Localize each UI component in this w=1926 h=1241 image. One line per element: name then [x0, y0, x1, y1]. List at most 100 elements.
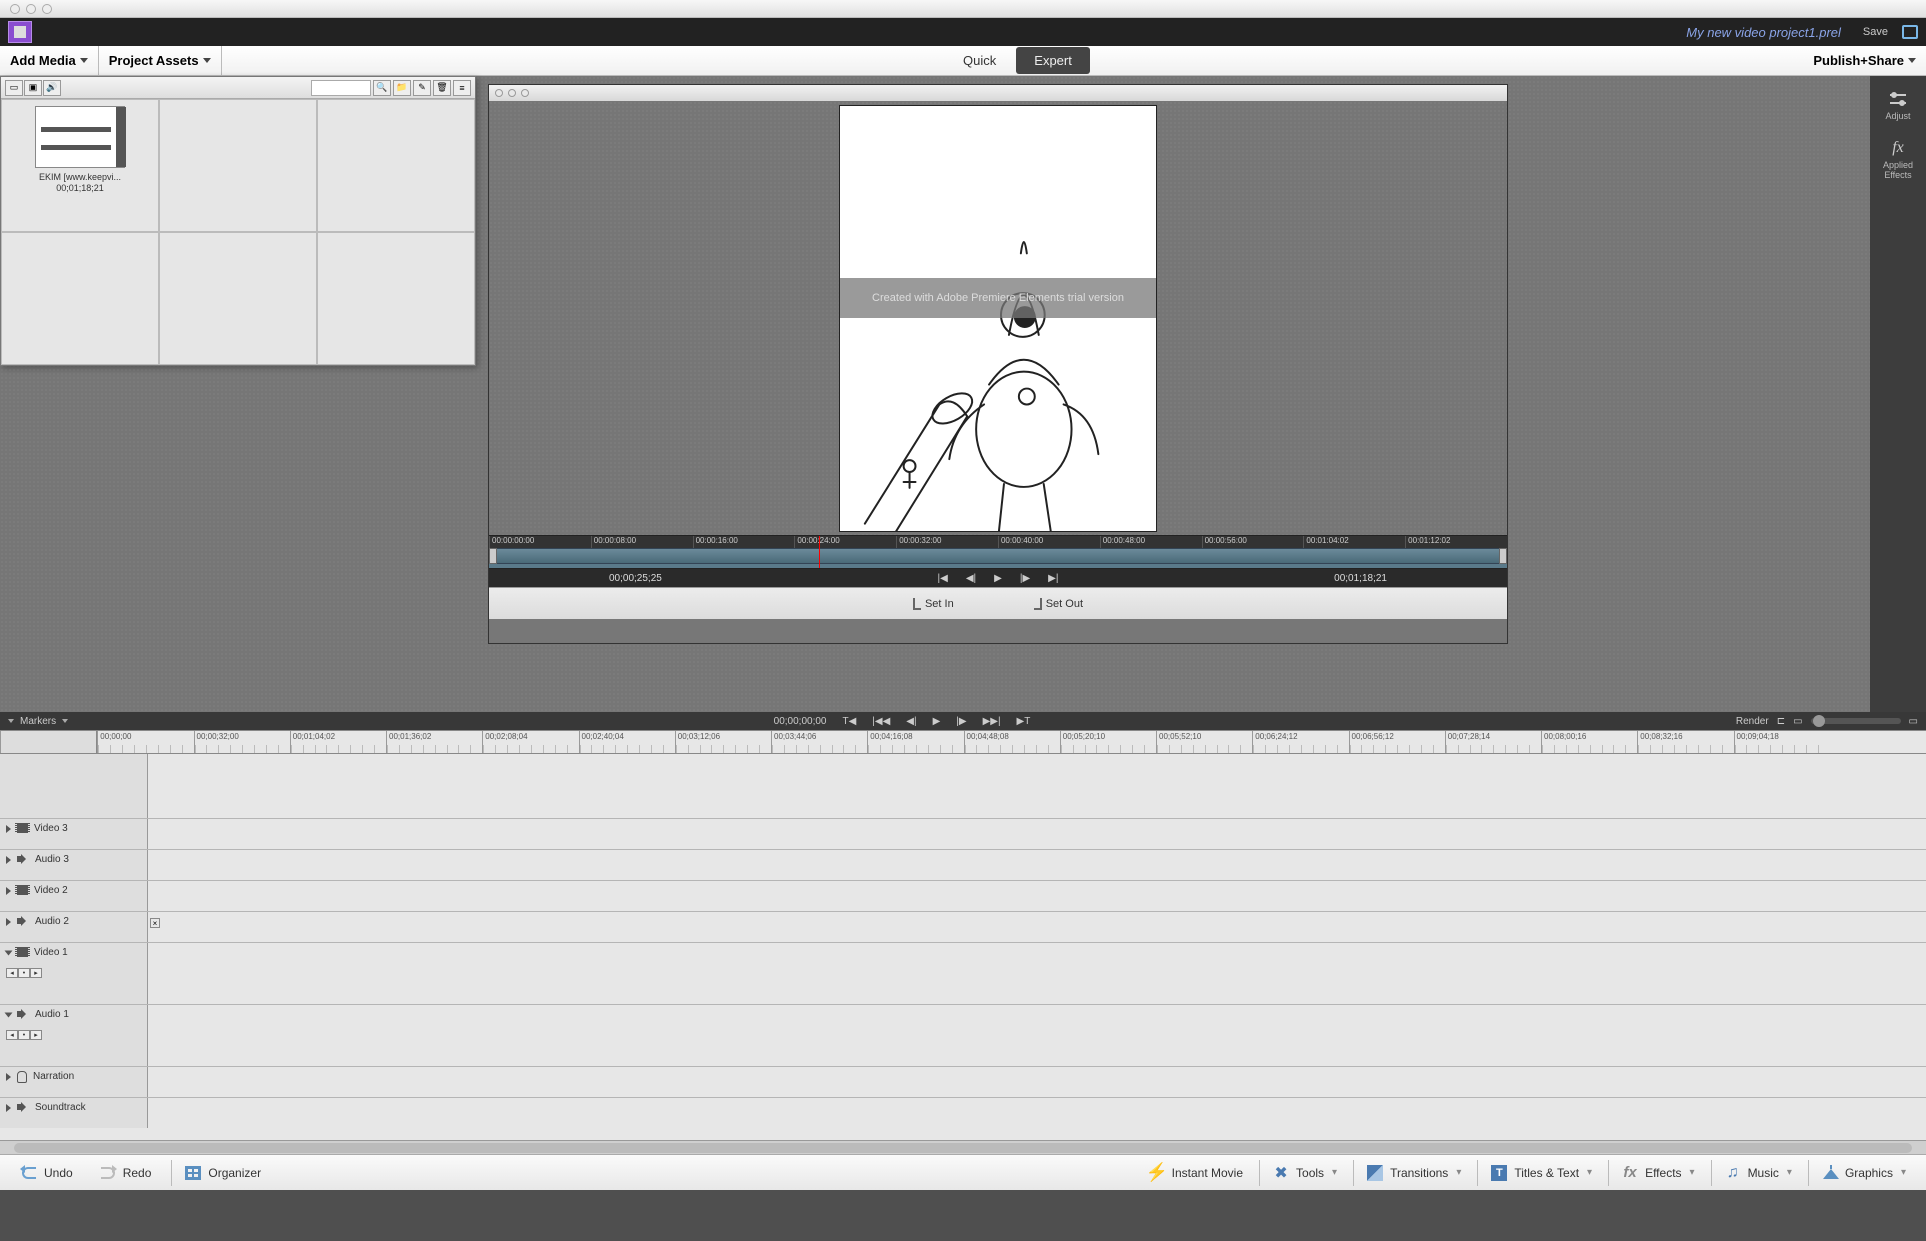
expand-icon[interactable] — [6, 887, 11, 895]
project-assets-dropdown[interactable]: Project Assets — [99, 46, 222, 75]
redo-button[interactable]: Redo — [93, 1160, 158, 1186]
source-current-timecode: 00;00;25;25 — [609, 573, 662, 584]
goto-next-edit-button[interactable]: ▶T — [1017, 716, 1031, 727]
filter-video-icon[interactable]: ▭ — [5, 80, 23, 96]
mini-handle-left[interactable] — [489, 548, 497, 564]
monitor-min-dot[interactable] — [508, 89, 516, 97]
filter-audio-icon[interactable]: 🔊 — [43, 80, 61, 96]
track-soundtrack[interactable]: Soundtrack — [0, 1097, 1926, 1128]
close-clip-icon[interactable]: × — [150, 918, 160, 928]
applied-effects-tool[interactable]: fx Applied Effects — [1883, 139, 1913, 180]
new-item-icon[interactable]: ✎ — [413, 80, 431, 96]
goto-start-button[interactable]: |◀ — [938, 573, 948, 584]
timeline-timecode[interactable]: 00;00;00;00 — [774, 716, 827, 727]
undo-button[interactable]: Undo — [14, 1160, 79, 1186]
goto-end-button[interactable]: ▶| — [1048, 573, 1058, 584]
organizer-button[interactable]: Organizer — [171, 1160, 267, 1186]
track-audio1[interactable]: Audio 1 ◂•▸ — [0, 1004, 1926, 1066]
zoom-fit-button[interactable]: ▭ — [1793, 716, 1802, 727]
step-fwd-button[interactable]: |▶ — [1020, 573, 1030, 584]
expand-icon[interactable] — [6, 856, 11, 864]
bottom-action-bar: Undo Redo Organizer ⚡ Instant Movie ✖ To… — [0, 1154, 1926, 1190]
tab-quick[interactable]: Quick — [945, 47, 1014, 74]
set-out-button[interactable]: Set Out — [1034, 598, 1083, 610]
adjust-tool[interactable]: Adjust — [1885, 90, 1910, 121]
mini-handle-right[interactable] — [1499, 548, 1507, 564]
timeline-ruler[interactable]: 00;00;0000;00;32;0000;01;04;0200;01;36;0… — [0, 730, 1926, 754]
graphics-dropdown[interactable]: Graphics ▾ — [1808, 1160, 1912, 1186]
track-narration[interactable]: Narration — [0, 1066, 1926, 1097]
play-button[interactable]: ▶ — [994, 573, 1002, 584]
publish-share-dropdown[interactable]: Publish+Share — [1813, 53, 1916, 68]
set-in-button[interactable]: Set In — [913, 598, 954, 610]
undo-icon — [22, 1167, 36, 1179]
expand-icon[interactable] — [6, 1104, 11, 1112]
min-dot[interactable] — [26, 4, 36, 14]
transitions-dropdown[interactable]: Transitions ▾ — [1353, 1160, 1467, 1186]
render-button[interactable]: Render — [1736, 716, 1769, 727]
track-video3[interactable]: Video 3 — [0, 818, 1926, 849]
snap-toggle[interactable]: ⊏ — [1777, 716, 1785, 727]
delete-icon[interactable]: 🗑 — [433, 80, 451, 96]
titles-dropdown[interactable]: T Titles & Text ▾ — [1477, 1160, 1598, 1186]
instant-movie-button[interactable]: ⚡ Instant Movie — [1142, 1160, 1249, 1186]
save-button[interactable]: Save — [1863, 26, 1888, 38]
mini-work-area[interactable] — [493, 548, 1503, 564]
zoom-in-button[interactable]: ▭ — [1909, 716, 1918, 727]
fullscreen-icon[interactable] — [1902, 25, 1918, 39]
app-logo[interactable] — [8, 21, 32, 43]
ruler-tick: 00;01;04;02 — [290, 731, 386, 753]
new-folder-icon[interactable]: 📁 — [393, 80, 411, 96]
goto-prev-edit-button[interactable]: T◀ — [842, 716, 856, 727]
expand-icon[interactable] — [6, 918, 11, 926]
play-button[interactable]: ▶ — [933, 716, 941, 727]
goto-start-button[interactable]: |◀◀ — [872, 716, 890, 727]
zoom-slider[interactable] — [1811, 718, 1901, 724]
monitor-max-dot[interactable] — [521, 89, 529, 97]
caret-down-icon[interactable] — [8, 719, 14, 723]
assets-search-input[interactable] — [311, 80, 371, 96]
titles-icon: T — [1491, 1165, 1507, 1181]
audio-track-icon — [17, 916, 29, 926]
titles-label: Titles & Text — [1514, 1166, 1579, 1180]
track-audio2[interactable]: Audio 2 × — [0, 911, 1926, 942]
list-view-icon[interactable]: ≡ — [453, 80, 471, 96]
step-fwd-button[interactable]: |▶ — [956, 716, 966, 727]
track-audio3[interactable]: Audio 3 — [0, 849, 1926, 880]
monitor-close-dot[interactable] — [495, 89, 503, 97]
tools-dropdown[interactable]: ✖ Tools ▾ — [1259, 1160, 1343, 1186]
music-dropdown[interactable]: ♫ Music ▾ — [1711, 1160, 1798, 1186]
effects-dropdown[interactable]: fx Effects ▾ — [1608, 1160, 1701, 1186]
expand-icon[interactable] — [6, 825, 11, 833]
track-label: Video 1 — [34, 947, 68, 958]
close-dot[interactable] — [10, 4, 20, 14]
track-subcontrols[interactable]: ◂•▸ — [6, 1030, 42, 1040]
track-video1[interactable]: Video 1 ◂•▸ — [0, 942, 1926, 1004]
track-subcontrols[interactable]: ◂•▸ — [6, 968, 42, 978]
sliders-icon — [1887, 90, 1909, 108]
add-media-dropdown[interactable]: Add Media — [0, 46, 99, 75]
video-content-sketch — [840, 106, 1156, 531]
collapse-icon[interactable] — [5, 951, 13, 956]
max-dot[interactable] — [42, 4, 52, 14]
organizer-label: Organizer — [208, 1166, 261, 1180]
collapse-icon[interactable] — [5, 1013, 13, 1018]
track-video2[interactable]: Video 2 — [0, 880, 1926, 911]
monitor-viewport[interactable]: Created with Adobe Premiere Elements tri… — [489, 101, 1507, 535]
step-back-button[interactable]: ◀| — [906, 716, 916, 727]
asset-clip-1[interactable]: EKIM [www.keepvi... 00;01;18;21 — [1, 99, 159, 232]
tab-expert[interactable]: Expert — [1016, 47, 1090, 74]
step-back-button[interactable]: ◀| — [966, 573, 976, 584]
markers-dropdown[interactable]: Markers — [20, 716, 56, 727]
tools-icon: ✖ — [1272, 1164, 1290, 1182]
redo-label: Redo — [123, 1166, 152, 1180]
filter-image-icon[interactable]: ▣ — [24, 80, 42, 96]
search-icon[interactable]: 🔍 — [373, 80, 391, 96]
mini-playhead[interactable] — [819, 536, 820, 568]
goto-end-button[interactable]: ▶▶| — [983, 716, 1001, 727]
source-mini-timeline[interactable]: 00:00:00:0000:00:08:0000:00:16:0000:00:2… — [489, 535, 1507, 569]
timeline-horizontal-scrollbar[interactable] — [0, 1140, 1926, 1154]
project-filename: My new video project1.prel — [1686, 25, 1841, 40]
asset-name: EKIM [www.keepvi... — [39, 172, 121, 183]
expand-icon[interactable] — [6, 1073, 11, 1081]
